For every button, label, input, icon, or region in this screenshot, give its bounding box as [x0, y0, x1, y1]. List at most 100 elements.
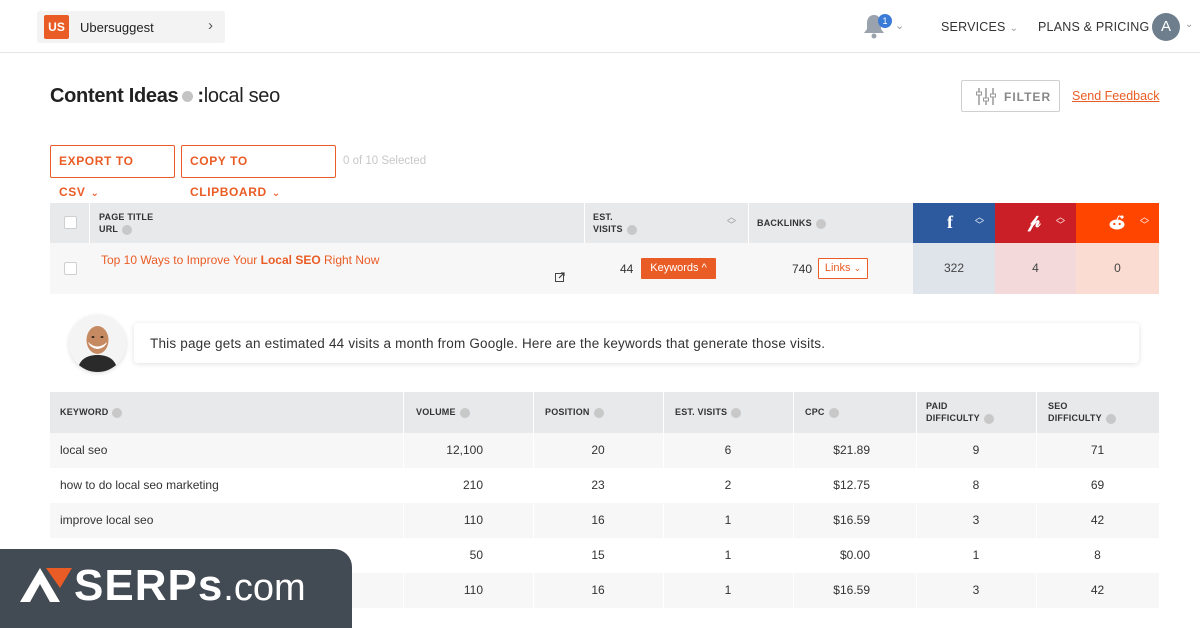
chevron-right-icon: › — [208, 17, 213, 34]
est-visits-column-header[interactable]: EST. VISITS — [593, 211, 637, 235]
cell-cpc: $16.59 — [833, 583, 870, 597]
cell-volume: 210 — [462, 478, 483, 492]
keywords-label: Keywords — [650, 262, 699, 274]
sort-arrows-icon[interactable]: ︿ ﹀ — [727, 213, 736, 230]
notifications-bell-icon[interactable]: 1 — [863, 13, 892, 41]
help-icon[interactable] — [593, 407, 604, 418]
cell-keyword[interactable]: local seo — [60, 433, 390, 468]
cell-volume: 50 — [469, 548, 483, 562]
column-label: DIFFICULTY — [1048, 413, 1102, 423]
help-icon[interactable] — [459, 407, 470, 418]
reddit-column-header[interactable]: ︿ ﹀ — [1076, 203, 1159, 243]
links-button[interactable]: Links ⌄ — [818, 258, 868, 279]
help-icon[interactable] — [731, 407, 742, 418]
column-label: KEYWORD — [60, 407, 109, 417]
cell-keyword[interactable]: how to do local seo marketing — [60, 468, 390, 503]
column-label: DIFFICULTY — [926, 413, 980, 423]
selected-count: 0 of 10 Selected — [343, 155, 427, 167]
search-query: local seo — [203, 85, 281, 107]
column-divider — [916, 392, 917, 433]
notification-count-badge: 1 — [878, 14, 892, 28]
paid-difficulty-column-header[interactable]: PAID DIFFICULTY — [926, 400, 994, 424]
keyword-column-header[interactable]: KEYWORD — [60, 406, 123, 418]
serps-logo-watermark: SERPs.com — [0, 549, 352, 628]
position-column-header[interactable]: POSITION — [545, 406, 604, 418]
help-icon[interactable] — [828, 407, 839, 418]
cell-seo-difficulty: 71 — [1090, 443, 1105, 457]
sort-arrows-icon[interactable]: ︿ ﹀ — [1140, 213, 1149, 230]
copy-clipboard-button[interactable]: COPY TO CLIPBOARD ⌄ — [181, 145, 336, 199]
column-divider — [403, 392, 404, 433]
column-label: PAID — [926, 401, 948, 411]
volume-column-header[interactable]: VOLUME — [416, 406, 470, 418]
page-title-column-header[interactable]: PAGE TITLE URL — [99, 211, 153, 235]
column-divider — [533, 392, 534, 433]
cell-seo-difficulty: 69 — [1090, 478, 1105, 492]
project-name: Ubersuggest — [80, 20, 154, 35]
facebook-shares: 322 — [913, 243, 995, 294]
column-divider — [89, 203, 90, 243]
keywords-table-header: KEYWORD VOLUME POSITION EST. VISITS CPC … — [50, 392, 1159, 433]
filter-label: FILTER — [1004, 90, 1052, 104]
cell-position: 16 — [591, 513, 605, 527]
brand-text: SERPs — [74, 561, 224, 610]
help-icon[interactable] — [1105, 413, 1116, 424]
page-title-text: Content Ideas — [50, 85, 179, 107]
column-divider — [748, 203, 749, 243]
backlinks-column-header[interactable]: BACKLINKS — [757, 217, 826, 229]
est-visits-value: 44 — [620, 262, 634, 276]
project-selector[interactable]: US Ubersuggest › — [37, 11, 225, 43]
cell-keyword[interactable]: improve local seo — [60, 503, 390, 538]
copy-clipboard-label: COPY TO CLIPBOARD — [190, 154, 267, 199]
facebook-column-header[interactable]: f ︿ ﹀ — [913, 203, 995, 243]
pinterest-column-header[interactable]: 𝓅 ︿ ﹀ — [995, 203, 1076, 243]
seo-difficulty-column-header[interactable]: SEO DIFFICULTY — [1048, 400, 1116, 424]
services-label: SERVICES — [941, 20, 1006, 34]
column-divider — [793, 392, 794, 433]
services-menu[interactable]: SERVICES ⌄ — [941, 20, 1018, 34]
cell-paid-difficulty: 3 — [972, 513, 980, 527]
page-table-header: PAGE TITLE URL EST. VISITS ︿ ﹀ BACKLINKS … — [50, 203, 1159, 243]
est-visits-column-header[interactable]: EST. VISITS — [675, 406, 742, 418]
chevron-down-icon[interactable]: ⌄ — [895, 19, 904, 32]
cell-est-visits: 1 — [724, 548, 732, 562]
cell-est-visits: 1 — [724, 583, 732, 597]
select-all-checkbox[interactable] — [64, 216, 77, 229]
chevron-down-icon[interactable]: ⌄ — [1185, 19, 1193, 30]
plans-pricing-link[interactable]: PLANS & PRICING — [1038, 20, 1149, 34]
export-csv-button[interactable]: EXPORT TO CSV ⌄ — [50, 145, 175, 199]
serps-wordmark: SERPs.com — [74, 561, 306, 611]
explanation-bubble: This page gets an estimated 44 visits a … — [134, 323, 1139, 363]
serps-logo-icon — [20, 568, 72, 602]
sort-arrows-icon[interactable]: ︿ ﹀ — [975, 213, 984, 230]
links-label: Links — [824, 262, 851, 274]
explanation-text: This page gets an estimated 44 visits a … — [150, 336, 826, 351]
send-feedback-link[interactable]: Send Feedback — [1072, 89, 1160, 103]
cell-cpc: $0.00 — [839, 548, 870, 562]
help-icon[interactable] — [112, 407, 123, 418]
reddit-shares: 0 — [1076, 243, 1159, 294]
column-divider — [1036, 392, 1037, 433]
avatar — [69, 315, 126, 372]
help-icon[interactable] — [983, 413, 994, 424]
cell-paid-difficulty: 9 — [972, 443, 980, 457]
help-icon[interactable] — [626, 224, 637, 235]
cell-position: 23 — [591, 478, 605, 492]
row-checkbox[interactable] — [64, 262, 77, 275]
cpc-column-header[interactable]: CPC — [805, 406, 839, 418]
keywords-button[interactable]: Keywords ^ — [641, 258, 716, 279]
help-icon[interactable] — [122, 224, 133, 235]
cell-position: 20 — [591, 443, 605, 457]
user-avatar[interactable]: A — [1152, 13, 1180, 41]
help-icon[interactable] — [815, 218, 826, 229]
title-text: Top 10 Ways to Improve Your — [101, 253, 261, 267]
external-link-icon[interactable] — [555, 272, 565, 282]
help-icon[interactable] — [182, 91, 194, 103]
filter-button[interactable]: FILTER — [961, 80, 1060, 112]
column-label: BACKLINKS — [757, 218, 812, 228]
title-text: Right Now — [320, 253, 380, 267]
pinterest-icon: 𝓅 — [1028, 211, 1041, 231]
sort-arrows-icon[interactable]: ︿ ﹀ — [1056, 213, 1065, 230]
page-title-link[interactable]: Top 10 Ways to Improve Your Local SEO Ri… — [101, 253, 379, 267]
cell-seo-difficulty: 8 — [1094, 548, 1101, 562]
